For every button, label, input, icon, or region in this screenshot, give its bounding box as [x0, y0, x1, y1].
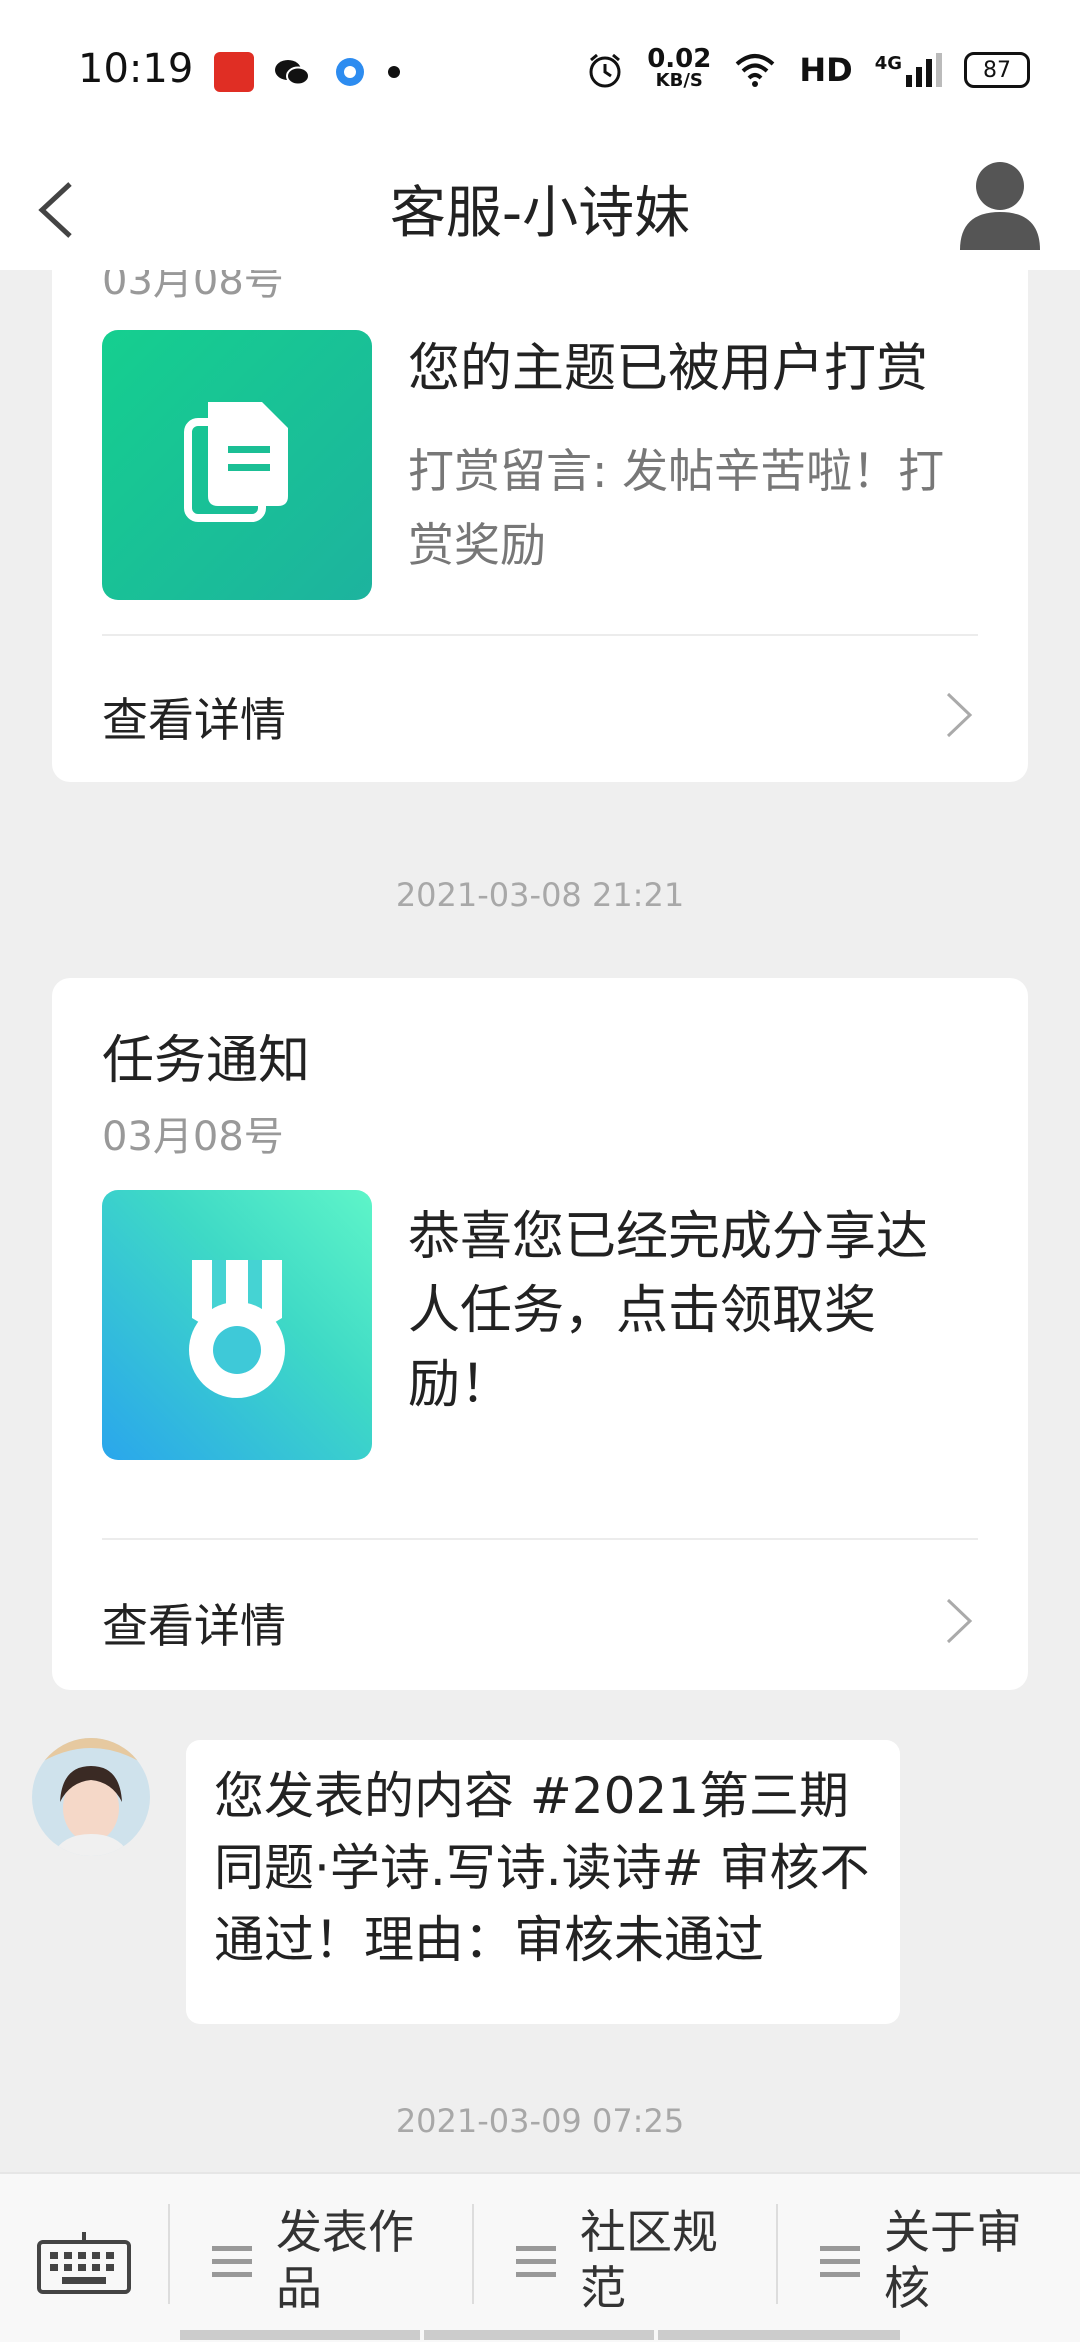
- card-message: 打赏留言: 发帖辛苦啦！打赏奖励: [408, 444, 945, 572]
- menu-lines-icon: [516, 2246, 556, 2277]
- status-time: 10:19: [78, 46, 194, 92]
- alarm-icon: [589, 53, 621, 88]
- document-icon: [184, 402, 288, 522]
- chevron-right-icon: [946, 692, 973, 738]
- browser-icon: [336, 58, 364, 86]
- network-speed: 0.02 KB/S: [647, 44, 712, 91]
- view-details-label: 查看详情: [102, 693, 286, 747]
- menu-item-label: 社区规范: [580, 2205, 718, 2315]
- card-divider: [102, 634, 978, 636]
- card-title: 任务通知: [102, 1031, 311, 1091]
- pinduoduo-icon: [214, 52, 254, 92]
- chat-title: 客服-小诗妹: [389, 181, 691, 246]
- avatar-image: [32, 1738, 150, 1856]
- menu-item-label: 关于审核: [884, 2205, 1022, 2315]
- status-bar: 10:19 0.02 KB/S HD 4G 87: [0, 0, 1080, 140]
- card-title: 您的主题已被用户打赏: [408, 339, 929, 399]
- view-details-link[interactable]: 查看详情: [102, 666, 978, 756]
- timestamp: 2021-03-08 21:21: [395, 876, 685, 914]
- wechat-icon: [275, 60, 310, 86]
- profile-icon[interactable]: [950, 150, 1050, 260]
- reward-notification-card: 03月08号 您的主题已被用户打赏 打赏留言: 发帖辛苦啦！打赏奖励 查看详情: [52, 270, 1028, 782]
- keyboard-icon[interactable]: [36, 2230, 132, 2296]
- status-indicators: 0.02 KB/S HD 4G 87: [585, 44, 1030, 92]
- nav-handle: [658, 2330, 900, 2340]
- chevron-right-icon: [946, 1598, 973, 1644]
- menu-item-publish[interactable]: 发表作品: [212, 2194, 452, 2334]
- menu-lines-icon: [820, 2246, 860, 2277]
- nav-handle: [424, 2330, 654, 2340]
- message-bubble[interactable]: 您发表的内容 #2021第三期同题·学诗.写诗.读诗# 审核不通过！理由：审核未…: [186, 1740, 900, 2024]
- view-details-link[interactable]: 查看详情: [102, 1572, 978, 1662]
- timestamp: 2021-03-09 07:25: [395, 2102, 685, 2140]
- menu-item-community-rules[interactable]: 社区规范: [516, 2194, 756, 2334]
- avatar[interactable]: [32, 1738, 150, 1856]
- wifi-icon: [736, 54, 775, 87]
- card-date: 03月08号: [102, 1114, 284, 1160]
- card-date: 03月08号: [102, 270, 284, 304]
- medal-thumbnail: [102, 1190, 372, 1460]
- signal-indicator: 4G: [875, 53, 942, 87]
- document-thumbnail: [102, 330, 372, 600]
- view-details-label: 查看详情: [102, 1599, 286, 1653]
- notification-dot-icon: [388, 66, 400, 78]
- message-text: 您发表的内容 #2021第三期同题·学诗.写诗.读诗# 审核不通过！理由：审核未…: [214, 1767, 870, 1969]
- menu-separator: [168, 2204, 170, 2304]
- bottom-menu-bar: 发表作品 社区规范 关于审核: [0, 2172, 1080, 2342]
- menu-item-label: 发表作品: [276, 2205, 414, 2315]
- hd-label: HD: [799, 51, 853, 89]
- card-divider: [102, 1538, 978, 1540]
- medal-icon: [189, 1260, 285, 1398]
- menu-item-about-review[interactable]: 关于审核: [820, 2194, 1060, 2334]
- menu-separator: [776, 2204, 778, 2304]
- chat-header: 客服-小诗妹: [0, 140, 1080, 270]
- menu-separator: [472, 2204, 474, 2304]
- task-notification-card: 任务通知 03月08号 恭喜您已经完成分享达人任务，点击领取奖励！ 查看详情: [52, 978, 1028, 1690]
- nav-handle: [180, 2330, 420, 2340]
- card-message: 恭喜您已经完成分享达人任务，点击领取奖励！: [408, 1207, 929, 1415]
- battery-indicator: 87: [964, 52, 1030, 88]
- menu-lines-icon: [212, 2246, 252, 2277]
